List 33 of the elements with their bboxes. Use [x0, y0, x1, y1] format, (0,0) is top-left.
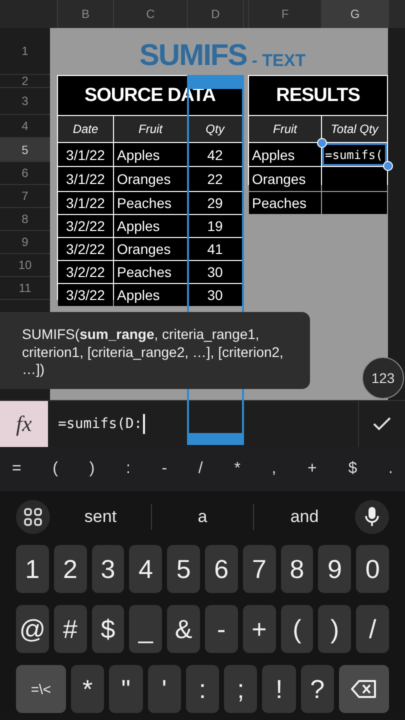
column-heading: Total Qty [322, 116, 387, 142]
table-cell: 3/2/22 [58, 215, 113, 237]
table-cell: 3/3/22 [58, 284, 113, 306]
column-heading: Qty [188, 116, 242, 142]
table-cell: Peaches [114, 192, 187, 214]
table-cell: 30 [188, 261, 242, 283]
table-cell: 3/1/22 [58, 192, 113, 214]
table-cell: 30 [188, 284, 242, 306]
table-cell: 3/2/22 [58, 261, 113, 283]
table-cell: Apples [114, 143, 187, 166]
column-heading: Fruit [249, 116, 321, 142]
table-cell: Peaches [249, 192, 321, 214]
table-cell: Apples [249, 143, 321, 166]
table-cell: 22 [188, 167, 242, 191]
table-cell: 29 [188, 192, 242, 214]
table-cell: 3/1/22 [58, 167, 113, 191]
table-cell: 3/2/22 [58, 238, 113, 260]
sheet-title: SUMIFS [139, 41, 247, 71]
table-cell: Oranges [249, 167, 321, 191]
function-tooltip: SUMIFS(sum_range, criteria_range1, criterion1, [criteria_range2, …], [criterion2, …]) [0, 312, 310, 388]
table-cell: 41 [188, 238, 242, 260]
table-cell: Oranges [114, 167, 187, 191]
table-cell: Peaches [114, 261, 187, 283]
column-heading: Fruit [114, 116, 187, 142]
table-cell: Apples [114, 215, 187, 237]
table-title: RESULTS [249, 76, 387, 115]
table-cell: 3/1/22 [58, 143, 113, 166]
sheet-subtitle: - TEXT [252, 52, 306, 71]
table-cell: Oranges [114, 238, 187, 260]
table-cell: Apples [114, 284, 187, 306]
column-heading: Date [58, 116, 113, 142]
table-cell: 19 [188, 215, 242, 237]
table-cell: 42 [188, 143, 242, 166]
